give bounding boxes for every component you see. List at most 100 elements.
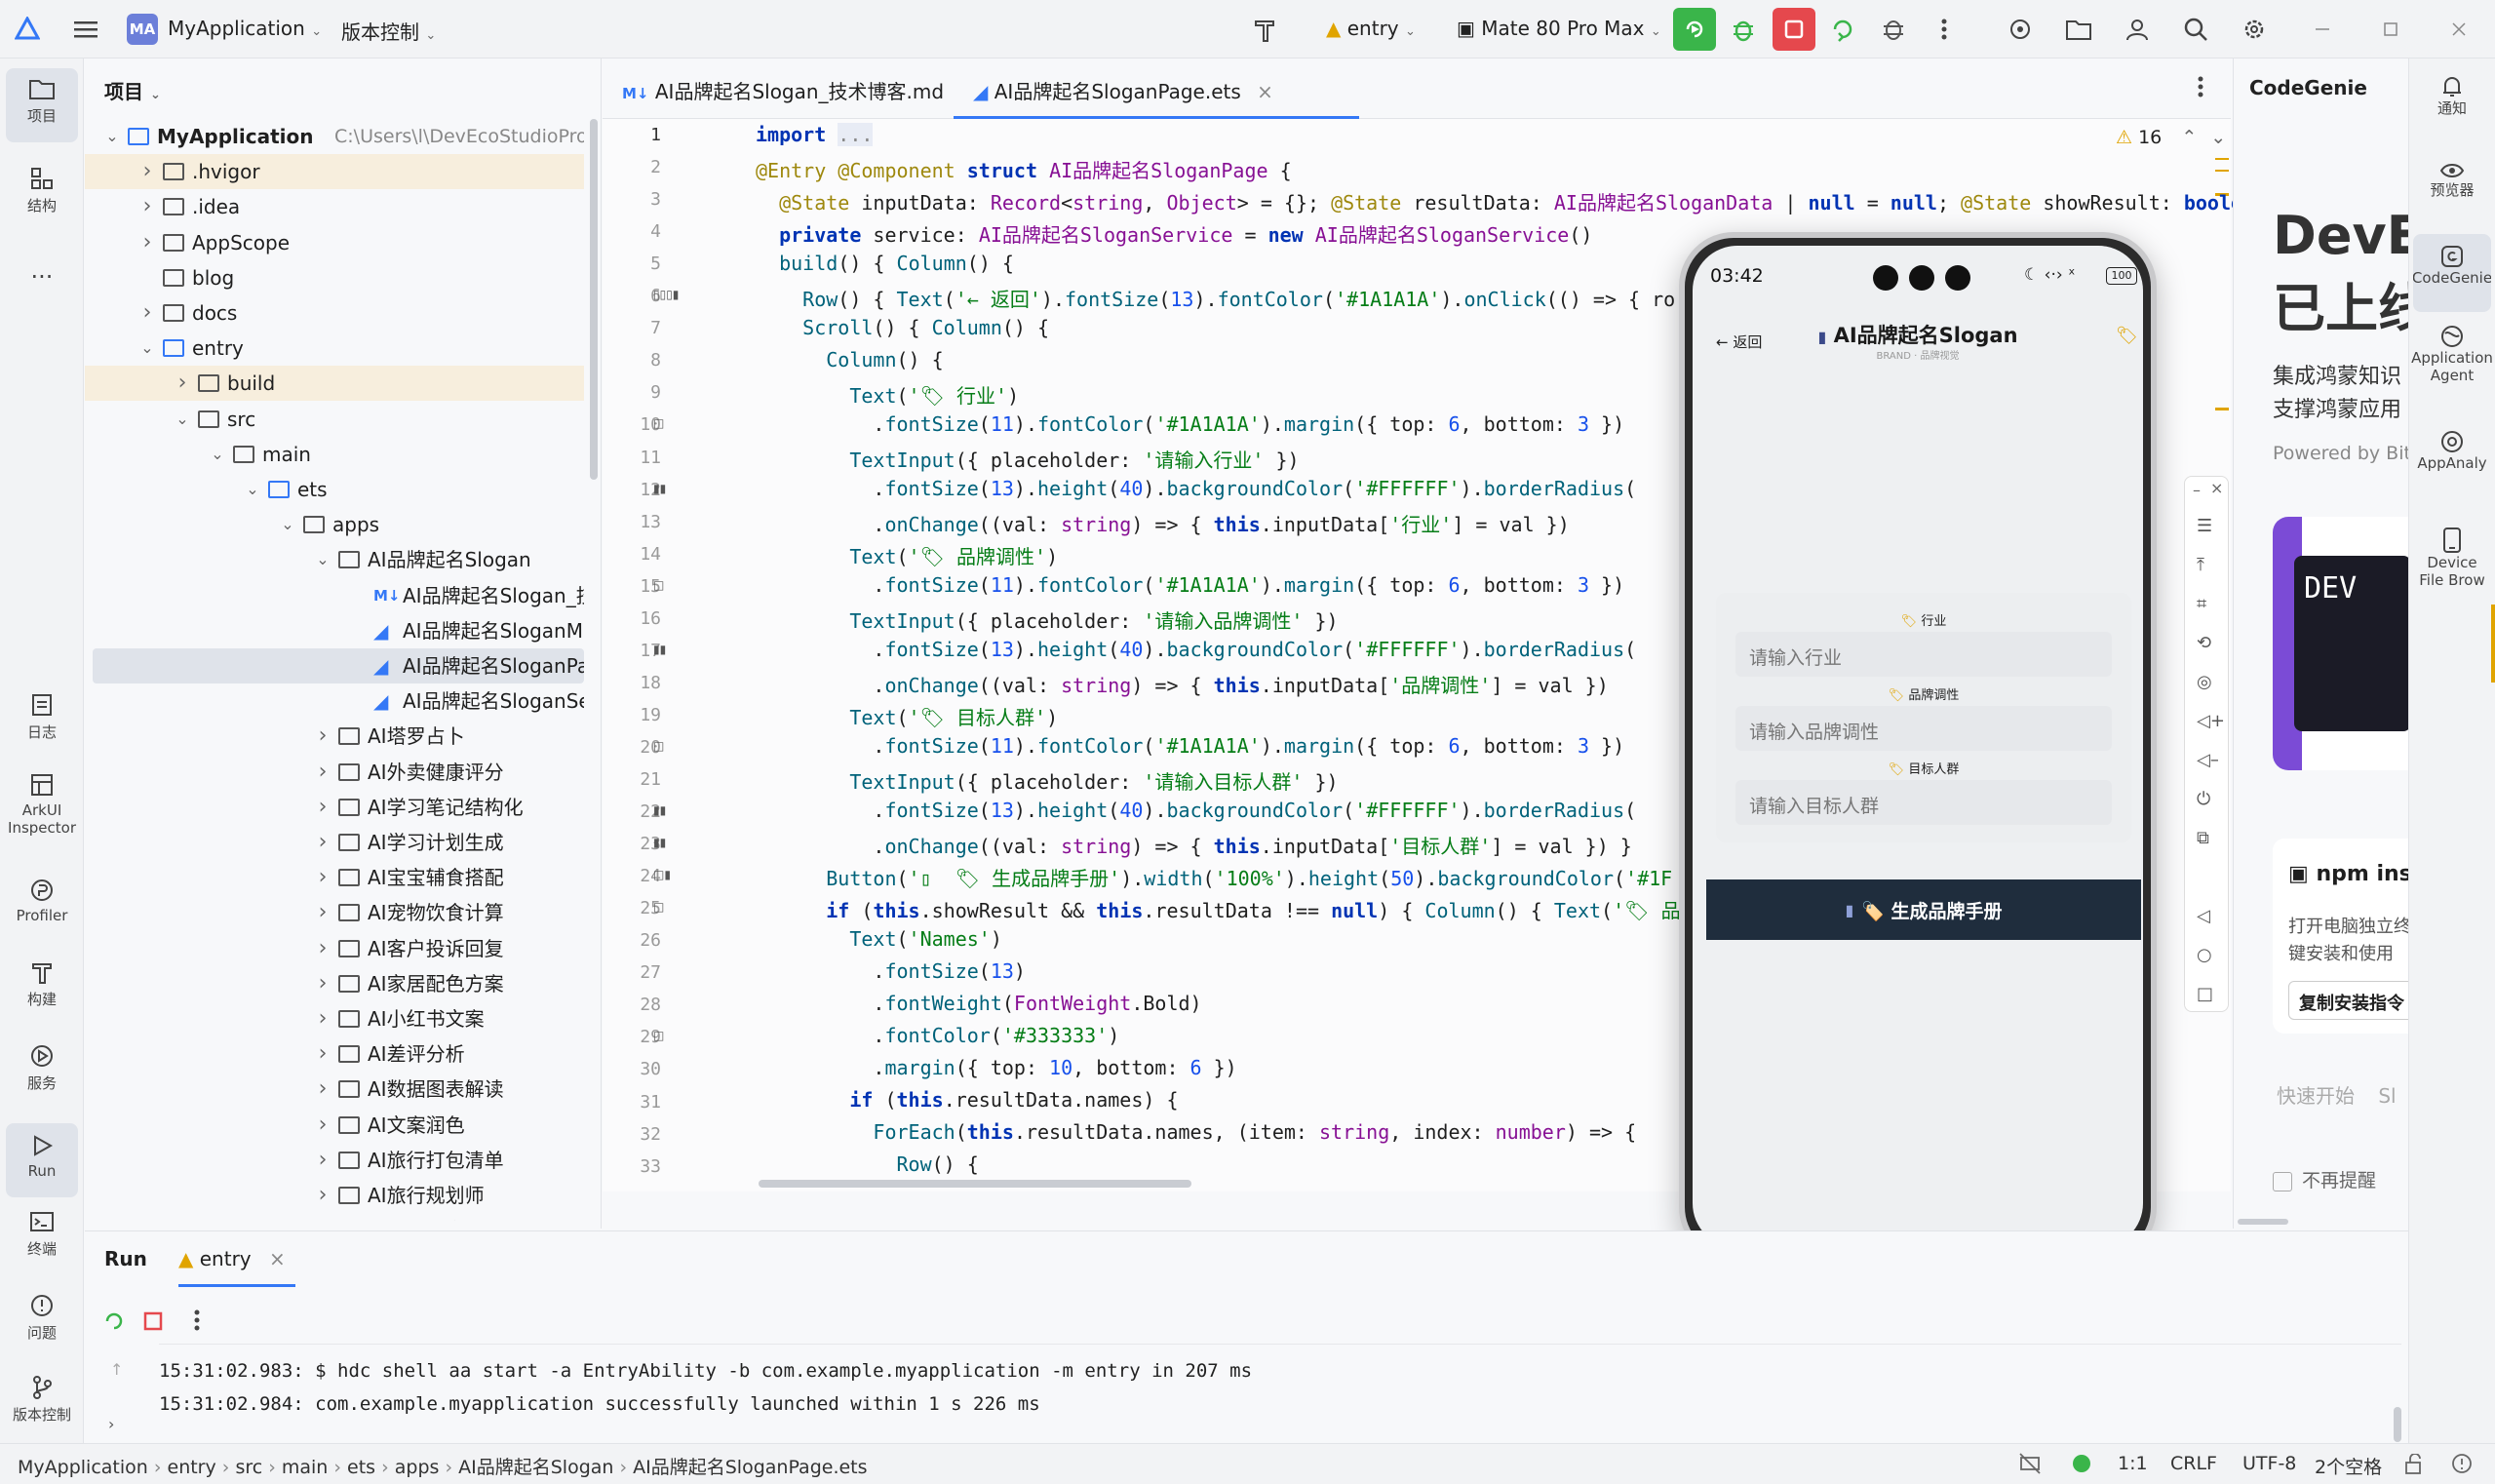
caret-position[interactable]: 1:1 xyxy=(2118,1453,2148,1474)
chevron-right-icon[interactable]: › xyxy=(313,1213,332,1221)
device-select[interactable]: ▣ Mate 80 Pro Max ⌄ xyxy=(1457,17,1661,40)
tree-item[interactable]: › AI旅行规划师 xyxy=(85,1178,584,1213)
tree-item[interactable]: › docs xyxy=(85,295,584,331)
unlock-icon[interactable] xyxy=(2404,1454,2424,1475)
tool-notifications[interactable]: 通知 xyxy=(2413,74,2491,117)
tree-item[interactable]: M↓AI品牌起名Slogan_技术博客.md xyxy=(85,578,584,613)
tree-item[interactable]: › .hvigor xyxy=(85,154,584,190)
pin-top-icon[interactable]: ⤒ xyxy=(2197,555,2204,575)
gutter-marker-icon[interactable]: □ xyxy=(653,739,664,753)
stop-icon[interactable] xyxy=(143,1311,163,1331)
tree-item[interactable]: blog xyxy=(85,260,584,295)
chevron-right-icon[interactable]: › xyxy=(313,755,332,790)
tab-close-icon[interactable]: × xyxy=(1257,80,1273,103)
tab-more-icon[interactable] xyxy=(2198,76,2203,98)
chevron-right-icon[interactable]: › xyxy=(137,225,157,260)
tree-item[interactable]: › AI学习笔记结构化 xyxy=(85,790,584,825)
tool-terminal[interactable]: 终端 xyxy=(6,1209,78,1259)
chevron-right-icon[interactable]: › xyxy=(313,1108,332,1143)
copy-install-button[interactable]: 复制安装指令 xyxy=(2288,981,2425,1020)
gutter-marker-icon[interactable]: ▮▮ xyxy=(653,836,666,849)
tree-item[interactable]: › AI小红书文案 xyxy=(85,1001,584,1036)
gutter-marker-icon[interactable]: □▮ xyxy=(653,868,671,881)
tab-slogan-page[interactable]: ◢ AI品牌起名SloganPage.ets × xyxy=(954,59,1359,119)
tree-item[interactable]: ⌄ MyApplication C:\Users\l\DevEcoStudioPro… xyxy=(85,119,584,154)
chevron-right-icon[interactable]: › xyxy=(173,366,192,401)
breadcrumb-item[interactable]: MyApplication xyxy=(18,1457,148,1478)
tree-item[interactable]: › AI差评分析 xyxy=(85,1036,584,1072)
crop-icon[interactable]: ⌗ xyxy=(2197,594,2206,614)
indent-setting[interactable]: 2个空格 xyxy=(2315,1453,2382,1479)
tree-item[interactable]: › AI宝宝辅食搭配 xyxy=(85,860,584,895)
gutter-marker-icon[interactable]: ▮▮ xyxy=(653,643,666,656)
tool-device-file-browser[interactable]: Device File Brow xyxy=(2413,527,2491,589)
tree-item[interactable]: › build xyxy=(85,366,584,402)
chevron-down-icon[interactable]: ⌄ xyxy=(208,437,227,472)
tool-vcs[interactable]: 版本控制 xyxy=(6,1375,78,1425)
chevron-right-icon[interactable]: › xyxy=(313,790,332,825)
console-scrollbar[interactable] xyxy=(2394,1407,2401,1442)
main-menu-icon[interactable] xyxy=(70,14,101,45)
industry-input[interactable]: 请输入行业 xyxy=(1735,632,2112,677)
tree-item[interactable]: ⌄ src xyxy=(85,402,584,437)
tree-item[interactable]: › AI外卖健康评分 xyxy=(85,755,584,790)
chevron-right-icon[interactable]: › xyxy=(313,825,332,860)
power-icon[interactable]: ⏻ xyxy=(2197,789,2210,809)
volume-up-icon[interactable]: ◁+ xyxy=(2197,711,2225,731)
tool-project[interactable]: 项目 xyxy=(6,68,78,142)
breadcrumb-item[interactable]: ets xyxy=(347,1457,375,1478)
tree-item[interactable]: › AppScope xyxy=(85,225,584,260)
tool-arkui-inspector[interactable]: ArkUI Inspector xyxy=(6,772,78,837)
tool-run[interactable]: Run xyxy=(6,1123,78,1197)
tree-item[interactable]: ⌄ entry xyxy=(85,331,584,366)
apply-changes-icon[interactable] xyxy=(1827,14,1858,45)
chevron-down-icon[interactable]: ⌄ xyxy=(2210,127,2226,148)
tree-item[interactable]: ⌄ AI品牌起名Slogan xyxy=(85,542,584,577)
folder-open-icon[interactable] xyxy=(2063,14,2094,45)
tool-structure[interactable]: 结构 xyxy=(6,166,78,215)
minimize-preview-icon[interactable]: – xyxy=(2193,481,2201,499)
run-config-select[interactable]: ▲ entry ⌄ xyxy=(1326,17,1416,40)
breadcrumb-item[interactable]: src xyxy=(235,1457,262,1478)
tree-item[interactable]: › AI朋友圈文案 xyxy=(85,1213,584,1221)
more-tools-icon[interactable]: ··· xyxy=(6,263,78,291)
tool-application-agent[interactable]: Application Agent xyxy=(2411,324,2493,384)
chevron-right-icon[interactable]: › xyxy=(313,719,332,754)
more-vertical-icon[interactable] xyxy=(194,1309,200,1331)
chevron-down-icon[interactable]: ⌄ xyxy=(313,542,332,577)
project-switcher[interactable]: MyApplication ⌄ xyxy=(168,17,322,40)
tool-log[interactable]: 日志 xyxy=(6,692,78,742)
search-icon[interactable] xyxy=(2180,14,2211,45)
attach-debugger-icon[interactable] xyxy=(1878,14,1909,45)
tool-profiler[interactable]: Profiler xyxy=(6,878,78,924)
run-tab-entry[interactable]: ▲ entry × xyxy=(178,1247,286,1270)
gutter-marker-icon[interactable]: □ xyxy=(653,1029,664,1042)
location-icon[interactable]: ◎ xyxy=(2197,672,2212,692)
tree-item[interactable]: › AI宠物饮食计算 xyxy=(85,895,584,930)
breadcrumb-item[interactable]: entry xyxy=(168,1457,216,1478)
tree-item[interactable]: › AI家居配色方案 xyxy=(85,966,584,1001)
breadcrumb-item[interactable]: AI品牌起名SloganPage.ets xyxy=(633,1457,867,1478)
chevron-down-icon[interactable]: ⌄ xyxy=(137,331,157,366)
gutter-marker-icon[interactable]: □ xyxy=(653,416,664,430)
close-icon[interactable]: × xyxy=(269,1247,286,1270)
gutter-marker-icon[interactable]: ▯▯▯▮ xyxy=(653,288,679,301)
user-icon[interactable] xyxy=(2122,14,2153,45)
close-icon[interactable] xyxy=(2443,14,2475,45)
chevron-down-icon[interactable]: ⌄ xyxy=(278,507,297,542)
tool-appanalyzer[interactable]: AppAnaly xyxy=(2413,429,2491,472)
tree-item[interactable]: ⌄ main xyxy=(85,437,584,472)
gear-icon[interactable] xyxy=(2239,14,2270,45)
chevron-down-icon[interactable]: ⌄ xyxy=(102,119,122,154)
tab-blog-md[interactable]: M↓ AI品牌起名Slogan_技术博客.md xyxy=(622,76,944,104)
close-preview-icon[interactable]: × xyxy=(2210,479,2223,497)
volume-down-icon[interactable]: ◁– xyxy=(2197,750,2219,770)
tree-item[interactable]: ⌄ ets xyxy=(85,472,584,507)
tree-item[interactable]: › AI客户投诉回复 xyxy=(85,931,584,966)
hammer-icon[interactable] xyxy=(1250,14,1281,45)
tool-services[interactable]: 服务 xyxy=(6,1043,78,1093)
rerun-icon[interactable] xyxy=(102,1309,126,1333)
tool-previewer[interactable]: 预览器 xyxy=(2413,160,2491,199)
editor-h-scrollbar[interactable] xyxy=(759,1180,1191,1188)
tree-item[interactable]: ⌄ apps xyxy=(85,507,584,542)
